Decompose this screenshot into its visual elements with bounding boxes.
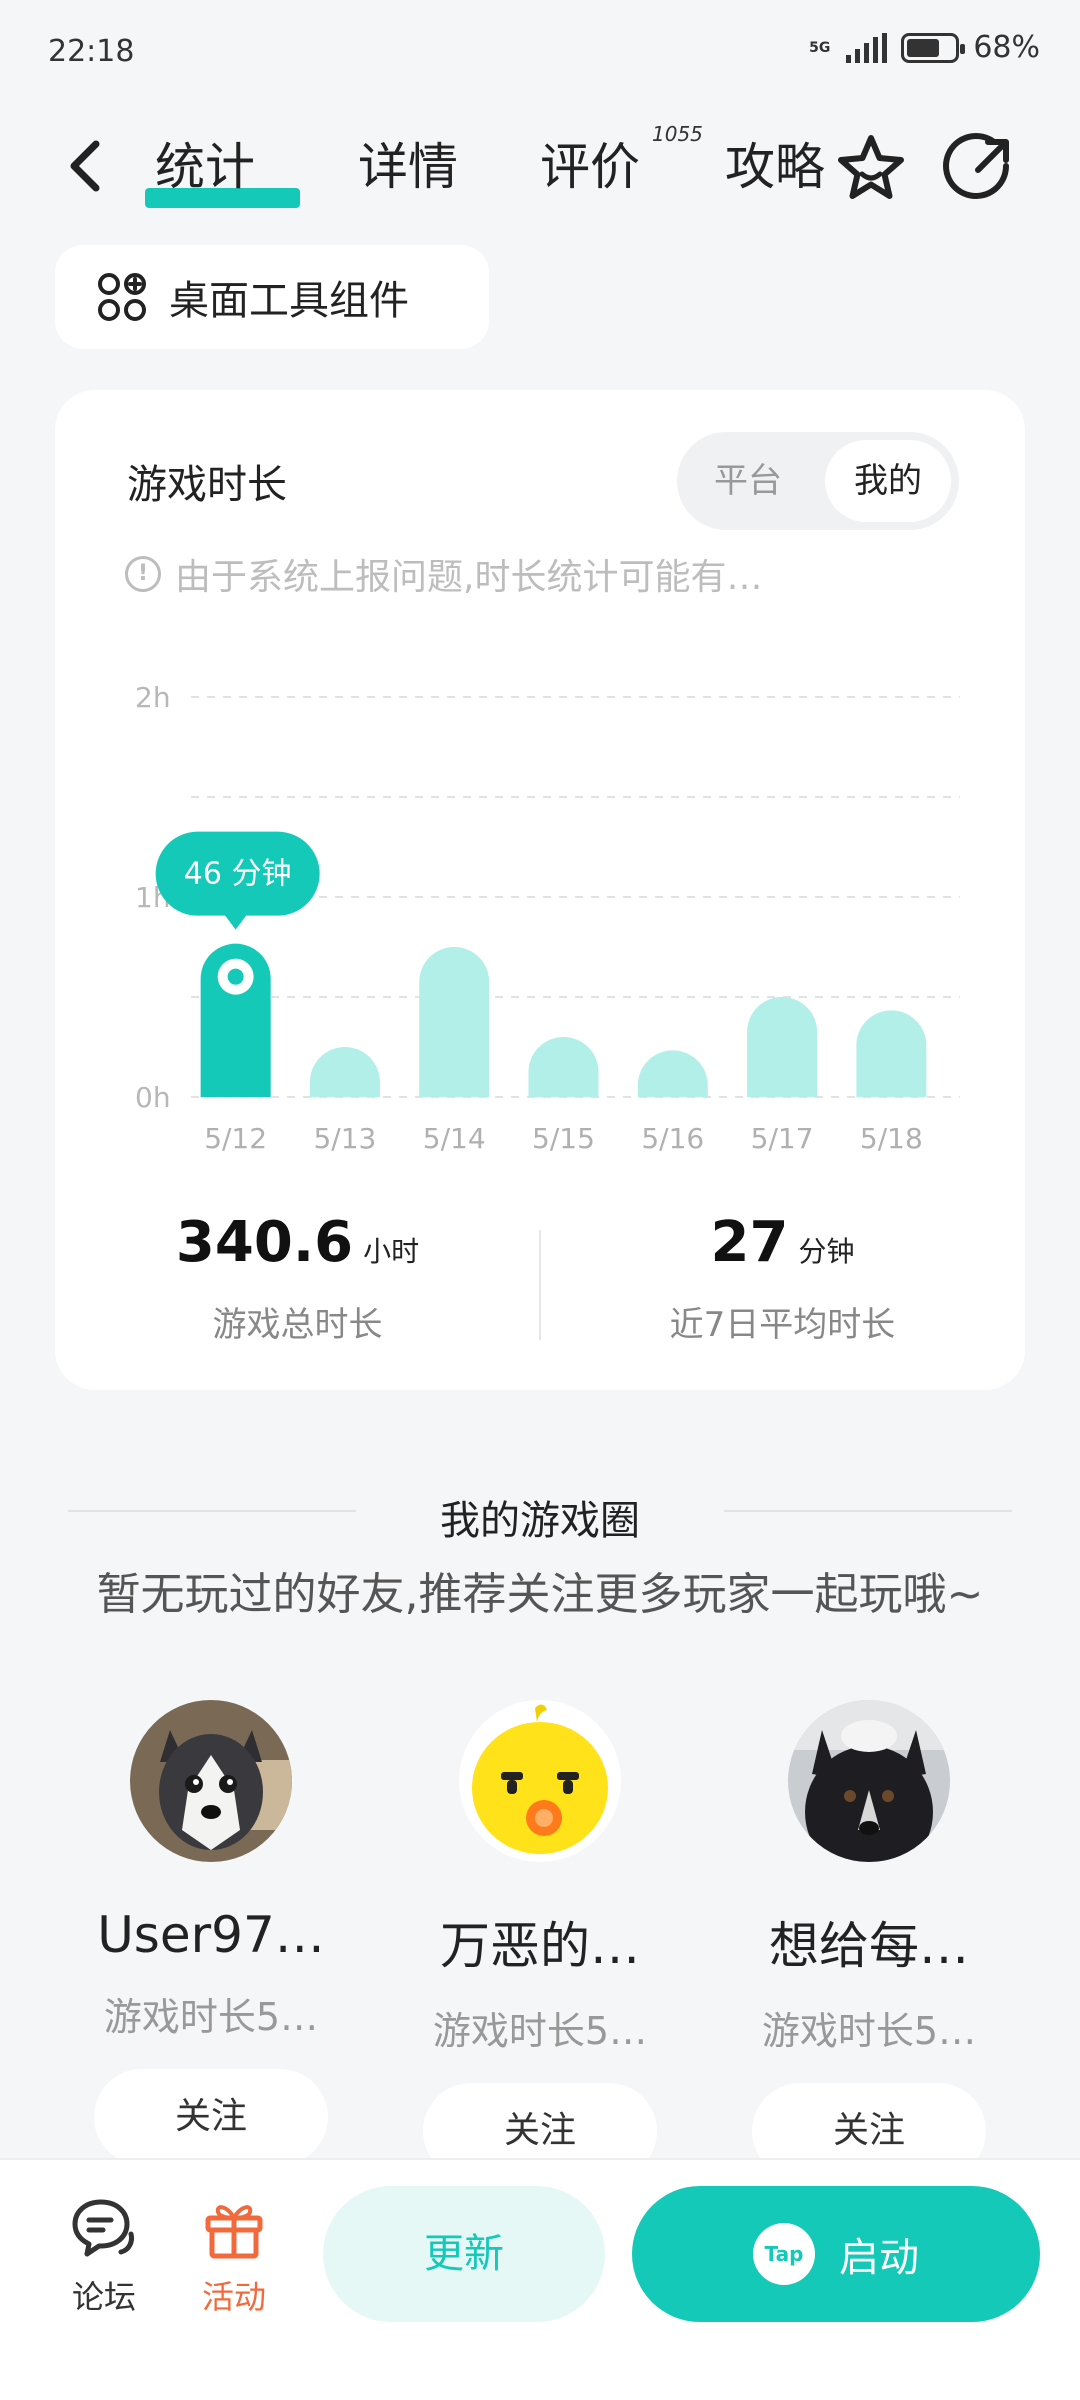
- x-tick-label: 5/16: [641, 1122, 704, 1155]
- total-time-value: 340.6: [175, 1210, 354, 1275]
- desktop-widget-label: 桌面工具组件: [169, 278, 409, 324]
- husky-avatar-icon: [130, 1700, 292, 1862]
- play-time-card: 游戏时长 平台 我的 ! 由于系统上报问题,时长统计可能有… 0h 1h 2h 5/1…: [55, 390, 1025, 1390]
- launch-label: 启动: [839, 2235, 919, 2281]
- friend-card: User97… 游戏时长5… 关注: [46, 1700, 376, 2165]
- chevron-left-icon: [70, 140, 100, 192]
- game-circle-header: 我的游戏圈: [0, 1480, 1080, 1544]
- gift-icon: [205, 2205, 263, 2259]
- friend-name: 想给每…: [769, 1917, 969, 1975]
- x-tick-label: 5/18: [860, 1122, 923, 1155]
- forum-button[interactable]: 论坛: [44, 2196, 164, 2318]
- selected-marker-dot: [227, 968, 244, 985]
- top-navigation: 统计 详情 评价 1055 攻略: [0, 110, 1080, 220]
- x-tick-label: 5/12: [204, 1122, 267, 1155]
- game-circle-title: 我的游戏圈: [440, 1498, 640, 1544]
- friend-card: 想给每… 游戏时长5… 关注: [704, 1700, 1034, 2179]
- bar-chart: 0h1h2h5/1246 分钟5/13 5/14 5/15 5/16 5/17 5/18: [135, 681, 960, 1155]
- total-time-summary: 340.6 小时 游戏总时长: [55, 1210, 540, 1346]
- recommend-text: 暂无玩过的好友,推荐关注更多玩家一起玩哦~: [96, 1569, 984, 1620]
- bar: [309, 1047, 380, 1097]
- dog-avatar-icon: [788, 1700, 950, 1862]
- review-count-badge: 1055: [652, 122, 703, 146]
- activity-label: 活动: [201, 2278, 266, 2316]
- battery-percent: 68%: [973, 30, 1040, 65]
- duck-avatar-icon: [459, 1700, 621, 1862]
- launch-button[interactable]: Tap 启动: [632, 2186, 1040, 2322]
- tab-details[interactable]: 详情: [358, 132, 458, 202]
- average-time-value: 27: [710, 1210, 789, 1275]
- status-icons: 5G 68%: [809, 30, 1040, 65]
- tap-logo-icon: Tap: [753, 2223, 815, 2285]
- back-button[interactable]: [62, 136, 112, 196]
- x-tick-label: 5/17: [751, 1122, 814, 1155]
- tab-guides[interactable]: 攻略: [725, 132, 825, 202]
- avatar[interactable]: [130, 1700, 292, 1862]
- toggle-platform[interactable]: 平台: [685, 440, 811, 522]
- widget-grid-icon: [98, 273, 146, 321]
- bottom-action-bar: 论坛 活动 更新 Tap 启动: [0, 2158, 1080, 2400]
- forum-label: 论坛: [71, 2278, 136, 2316]
- battery-icon: [901, 32, 966, 63]
- network-type: 5G: [809, 39, 831, 56]
- share-icon: [943, 133, 1009, 199]
- bar: [419, 947, 490, 1097]
- tooltip-text: 46 分钟: [184, 857, 292, 892]
- bar: [637, 1050, 708, 1097]
- y-tick-label: 2h: [135, 681, 171, 714]
- friend-name: 万恶的…: [440, 1917, 640, 1975]
- friend-card: 万恶的… 游戏时长5… 关注: [375, 1700, 705, 2179]
- battery-fill: [907, 38, 939, 57]
- average-time-summary: 27 分钟 近7日平均时长: [540, 1210, 1025, 1346]
- avatar[interactable]: [459, 1700, 621, 1862]
- share-button[interactable]: [942, 132, 1016, 206]
- bar: [528, 1037, 599, 1097]
- status-bar: 22:18 5G 68%: [0, 0, 1080, 100]
- activity-button[interactable]: 活动: [174, 2196, 294, 2318]
- info-icon: !: [125, 556, 161, 592]
- friend-playtime: 游戏时长5…: [432, 2009, 648, 2053]
- bar: [856, 1010, 927, 1097]
- y-tick-label: 0h: [135, 1081, 171, 1114]
- total-time-label: 游戏总时长: [212, 1305, 383, 1345]
- signal-icon: [846, 32, 888, 63]
- desktop-widget-button[interactable]: 桌面工具组件: [55, 245, 489, 349]
- scope-toggle: 平台 我的: [677, 432, 959, 530]
- forum-chat-icon: [72, 2199, 134, 2257]
- status-time: 22:18: [48, 34, 135, 69]
- toggle-mine[interactable]: 我的: [825, 440, 951, 522]
- update-button[interactable]: 更新: [323, 2186, 605, 2322]
- bar: [747, 997, 818, 1097]
- total-time-unit: 小时: [363, 1235, 420, 1268]
- x-tick-label: 5/13: [313, 1122, 376, 1155]
- x-tick-label: 5/14: [423, 1122, 486, 1155]
- notice-text: 由于系统上报问题,时长统计可能有…: [175, 557, 763, 598]
- friend-name: User97…: [97, 1906, 325, 1964]
- stats-notice[interactable]: ! 由于系统上报问题,时长统计可能有…: [125, 548, 762, 600]
- follow-button[interactable]: 关注: [94, 2069, 328, 2165]
- favorite-button[interactable]: [834, 132, 908, 206]
- average-time-unit: 分钟: [798, 1235, 855, 1268]
- tab-reviews[interactable]: 评价: [540, 132, 640, 202]
- average-time-label: 近7日平均时长: [669, 1305, 896, 1345]
- friend-playtime: 游戏时长5…: [103, 1995, 319, 2039]
- friend-playtime: 游戏时长5…: [761, 2009, 977, 2053]
- play-time-chart: 0h 1h 2h 5/12 46 分钟 5/13 5/14 5/15 5/16 5/17 5/18: [55, 620, 1025, 1180]
- avatar[interactable]: [788, 1700, 950, 1862]
- card-title: 游戏时长: [127, 462, 287, 508]
- x-tick-label: 5/15: [532, 1122, 595, 1155]
- tooltip-pointer: [223, 913, 248, 930]
- star-icon: [838, 135, 904, 199]
- tab-stats[interactable]: 统计: [155, 132, 255, 202]
